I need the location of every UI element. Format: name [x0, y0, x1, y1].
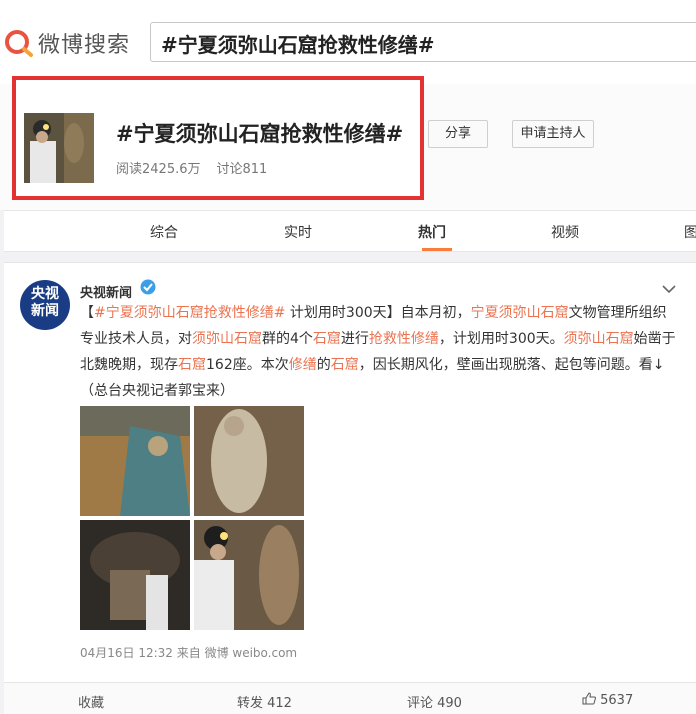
post-image-4[interactable]: [194, 520, 304, 630]
mural-photo-1: [80, 406, 190, 516]
keyword-link[interactable]: 石窟: [331, 357, 359, 373]
repost-button[interactable]: 转发 412: [237, 692, 292, 711]
avatar-text-line1: 央视: [31, 286, 59, 302]
post-text-segment: 计划用时300天】自本月初，: [285, 305, 471, 321]
restorer-photo-4: [194, 520, 304, 630]
restorer-photo: [24, 113, 94, 183]
post-text-segment: ，计划用时300天。: [438, 331, 564, 347]
read-count: 阅读2425.6万: [116, 162, 201, 177]
topic-stats: 阅读2425.6万 讨论811: [116, 158, 283, 177]
keyword-link[interactable]: 须弥山石窟: [564, 331, 634, 347]
post-image-2[interactable]: [194, 406, 304, 516]
favorite-button[interactable]: 收藏: [78, 692, 104, 711]
tab-bar: 综合 实时 热门 视频 图: [4, 210, 696, 252]
search-logo-icon: [5, 30, 33, 57]
verified-badge-icon: [140, 279, 156, 295]
keyword-link[interactable]: 石窟: [178, 357, 206, 373]
post-source: 来自 微博 weibo.com: [176, 646, 298, 660]
topic-title: #宁夏须弥山石窟抢救性修缮#: [116, 122, 404, 146]
post-timestamp[interactable]: 04月16日 12:32: [80, 646, 173, 660]
action-bar: 收藏 转发 412 评论 490 5637: [4, 682, 696, 714]
active-tab-indicator: [422, 248, 452, 251]
search-query: #宁夏须弥山石窟抢救性修缮#: [161, 33, 435, 57]
post-text-segment: 群的4个: [262, 331, 313, 347]
author-name[interactable]: 央视新闻: [80, 282, 132, 301]
tab-image[interactable]: 图: [684, 222, 696, 242]
apply-host-button[interactable]: 申请主持人: [512, 120, 594, 148]
search-input[interactable]: #宁夏须弥山石窟抢救性修缮#: [150, 22, 696, 62]
top-bar: 微博搜索 #宁夏须弥山石窟抢救性修缮#: [0, 0, 696, 85]
post-image-1[interactable]: [80, 406, 190, 516]
like-button[interactable]: 5637: [582, 692, 633, 708]
post-text-segment: 162座。本次: [206, 357, 289, 373]
post-text-segment: 【: [80, 305, 94, 321]
share-button[interactable]: 分享: [428, 120, 488, 148]
keyword-link[interactable]: #宁夏须弥山石窟抢救性修缮#: [94, 305, 285, 321]
keyword-link[interactable]: 抢救性修缮: [369, 331, 439, 347]
post-text-segment: 进行: [340, 331, 369, 347]
avatar-text-line2: 新闻: [31, 303, 59, 319]
avatar[interactable]: 央视 新闻: [20, 280, 70, 330]
post-content: 【#宁夏须弥山石窟抢救性修缮# 计划用时300天】自本月初，宁夏须弥山石窟文物管…: [80, 300, 680, 404]
keyword-link[interactable]: 须弥山石窟: [192, 331, 262, 347]
weibo-search-logo[interactable]: 微博搜索: [4, 26, 130, 60]
keyword-link[interactable]: 宁夏须弥山石窟: [471, 305, 569, 321]
chevron-down-icon[interactable]: [662, 284, 676, 294]
logo-text: 微博搜索: [38, 33, 131, 58]
tab-hot[interactable]: 热门: [418, 222, 446, 242]
thumbs-up-icon: [582, 692, 596, 705]
discussion-count: 讨论811: [216, 162, 268, 177]
like-count: 5637: [600, 693, 634, 708]
post-image-3[interactable]: [80, 520, 190, 630]
tab-comprehensive[interactable]: 综合: [150, 222, 178, 242]
post-meta: 04月16日 12:32 来自 微博 weibo.com: [80, 644, 297, 661]
comment-button[interactable]: 评论 490: [407, 692, 462, 711]
keyword-link[interactable]: 修缮: [289, 357, 317, 373]
cave-photo-3: [80, 520, 190, 630]
mural-photo-2: [194, 406, 304, 516]
tab-realtime[interactable]: 实时: [284, 222, 312, 242]
tab-video[interactable]: 视频: [551, 222, 579, 242]
topic-thumbnail[interactable]: [24, 113, 94, 183]
post-text-segment: 的: [316, 357, 331, 373]
keyword-link[interactable]: 石窟: [313, 331, 341, 347]
